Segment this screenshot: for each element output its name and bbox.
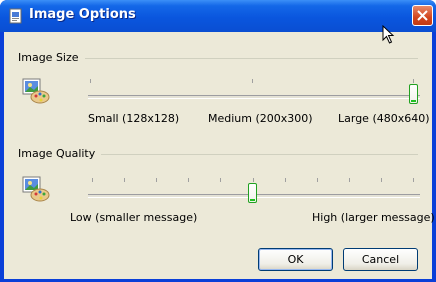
image-size-slider-track[interactable] bbox=[88, 95, 420, 99]
dialog-body: Image Size Small (128x128) Medium (200x3… bbox=[4, 32, 435, 279]
close-icon bbox=[417, 10, 428, 21]
slider-tick bbox=[285, 178, 286, 182]
size-medium-label: Medium (200x300) bbox=[208, 112, 313, 125]
cancel-button[interactable]: Cancel bbox=[343, 248, 418, 271]
picture-palette-icon bbox=[22, 176, 50, 202]
slider-tick bbox=[188, 178, 189, 182]
slider-tick bbox=[252, 79, 253, 83]
size-small-label: Small (128x128) bbox=[88, 112, 180, 125]
slider-tick bbox=[92, 178, 93, 182]
quality-high-label: High (larger message) bbox=[312, 211, 435, 224]
size-large-label: Large (480x640) bbox=[338, 112, 430, 125]
slider-tick bbox=[413, 178, 414, 182]
image-size-group-label: Image Size bbox=[18, 51, 85, 64]
image-quality-slider-thumb[interactable] bbox=[248, 183, 257, 203]
image-size-slider-thumb[interactable] bbox=[409, 84, 418, 104]
title-bar[interactable]: Image Options bbox=[0, 0, 436, 32]
slider-tick bbox=[156, 178, 157, 182]
slider-tick bbox=[253, 178, 254, 182]
image-quality-group-label: Image Quality bbox=[18, 147, 102, 160]
quality-low-label: Low (smaller message) bbox=[70, 211, 198, 224]
slider-tick bbox=[317, 178, 318, 182]
document-image-icon bbox=[8, 8, 24, 24]
slider-tick bbox=[124, 178, 125, 182]
window-title: Image Options bbox=[29, 7, 136, 22]
picture-palette-icon bbox=[22, 78, 50, 104]
slider-tick bbox=[349, 178, 350, 182]
slider-tick bbox=[220, 178, 221, 182]
close-button[interactable] bbox=[412, 5, 433, 26]
slider-tick bbox=[90, 79, 91, 83]
image-options-window: Image Options Image Size Small (128x128)… bbox=[0, 0, 436, 282]
slider-tick bbox=[413, 79, 414, 83]
slider-tick bbox=[381, 178, 382, 182]
ok-button[interactable]: OK bbox=[258, 248, 333, 271]
mouse-pointer-icon bbox=[382, 24, 396, 48]
